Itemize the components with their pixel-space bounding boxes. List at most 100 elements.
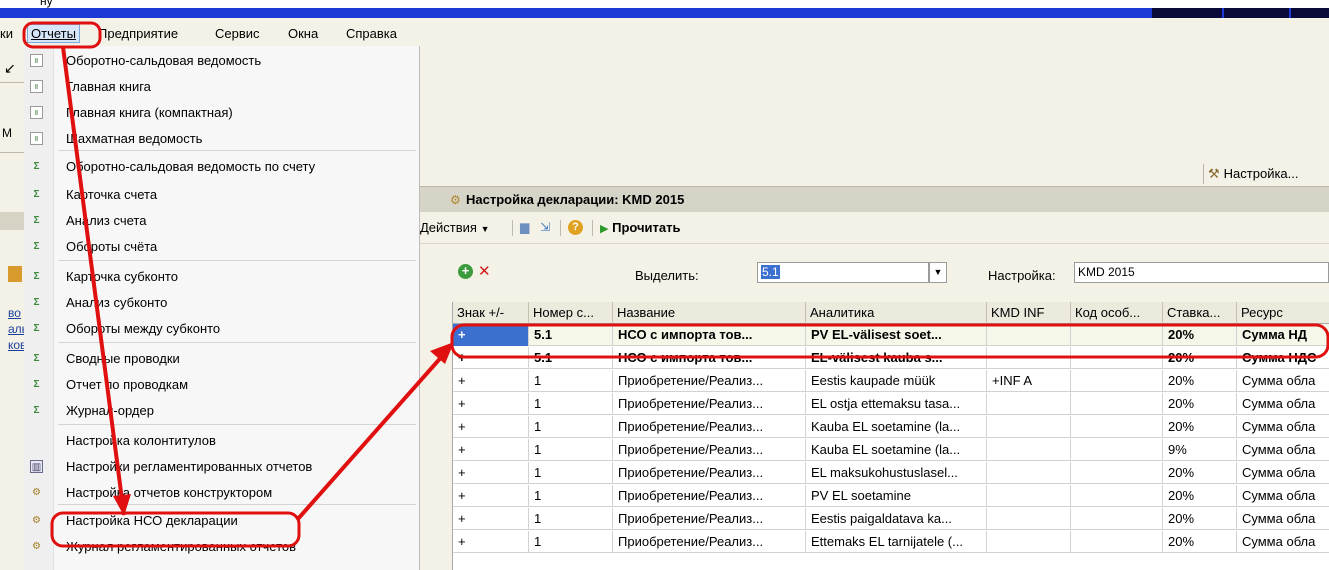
table-row[interactable]: +1 Приобретение/Реализ... Ettemaks EL tarn…	[453, 531, 1329, 553]
table-cell[interactable]: 1	[529, 485, 613, 507]
table-row[interactable]: +1 Приобретение/Реализ... EL maksukohustus…	[453, 462, 1329, 484]
table-cell[interactable]	[1071, 485, 1163, 507]
table-cell[interactable]: Сумма обла	[1237, 370, 1329, 392]
column-header-rate[interactable]: Ставка...	[1163, 302, 1237, 324]
table-cell[interactable]: 20%	[1163, 393, 1237, 415]
table-cell[interactable]: 20%	[1163, 347, 1237, 369]
table-cell[interactable]	[987, 347, 1071, 369]
table-cell[interactable]	[987, 439, 1071, 461]
table-cell[interactable]: 1	[529, 370, 613, 392]
help-icon[interactable]: ?	[568, 220, 583, 235]
table-cell[interactable]	[1071, 508, 1163, 530]
table-cell[interactable]: Приобретение/Реализ...	[613, 393, 806, 415]
menu-item-9[interactable]: Ʃ Карточка субконто	[24, 264, 419, 290]
table-cell[interactable]: +	[453, 508, 529, 530]
menu-item-3[interactable]: Ⅱ Главная книга (компактная)	[24, 100, 419, 126]
declaration-settings-table[interactable]: Знак +/- Номер с... Название Аналитика K…	[452, 302, 1329, 570]
menu-help[interactable]: Справка	[346, 26, 397, 41]
table-cell[interactable]: EL-välisest kauba s...	[806, 347, 987, 369]
table-cell[interactable]: 20%	[1163, 531, 1237, 553]
table-cell[interactable]	[1071, 393, 1163, 415]
table-cell[interactable]: Сумма обла	[1237, 439, 1329, 461]
table-cell[interactable]: НСО с импорта тов...	[613, 347, 806, 369]
table-cell[interactable]: +	[453, 416, 529, 438]
table-cell[interactable]: Kauba EL soetamine (la...	[806, 416, 987, 438]
table-cell[interactable]	[987, 462, 1071, 484]
table-cell[interactable]: 20%	[1163, 508, 1237, 530]
menu-item-7[interactable]: Ʃ Анализ счета	[24, 208, 419, 234]
column-header-sign[interactable]: Знак +/-	[453, 302, 529, 324]
table-cell[interactable]	[1071, 531, 1163, 553]
table-cell[interactable]: 20%	[1163, 462, 1237, 484]
menu-reports[interactable]: Отчеты	[27, 24, 80, 43]
table-cell[interactable]	[987, 531, 1071, 553]
table-cell[interactable]	[987, 324, 1071, 346]
table-cell[interactable]: Приобретение/Реализ...	[613, 416, 806, 438]
column-header-number[interactable]: Номер с...	[529, 302, 613, 324]
table-cell[interactable]	[1071, 324, 1163, 346]
table-cell[interactable]: PV EL soetamine	[806, 485, 987, 507]
table-cell[interactable]: Eestis kaupade müük	[806, 370, 987, 392]
setting-input[interactable]: KMD 2015	[1074, 262, 1329, 283]
add-row-icon[interactable]: +	[458, 264, 473, 279]
table-cell[interactable]: +	[453, 393, 529, 415]
table-cell[interactable]	[987, 416, 1071, 438]
table-cell[interactable]: Приобретение/Реализ...	[613, 370, 806, 392]
column-header-analytics[interactable]: Аналитика	[806, 302, 987, 324]
menu-item-fragment[interactable]: ки	[0, 26, 13, 41]
menu-item-2[interactable]: Ⅱ Главная книга	[24, 74, 419, 100]
table-cell[interactable]: 1	[529, 393, 613, 415]
table-row[interactable]: +1 Приобретение/Реализ... Kauba EL soetami…	[453, 416, 1329, 438]
table-cell[interactable]: Приобретение/Реализ...	[613, 462, 806, 484]
table-cell[interactable]: +	[453, 462, 529, 484]
menu-item-11[interactable]: Ʃ Обороты между субконто	[24, 316, 419, 342]
select-dropdown-icon[interactable]: ▼	[929, 262, 947, 283]
menu-item-6[interactable]: Ʃ Карточка счета	[24, 182, 419, 208]
menu-item-12[interactable]: Ʃ Сводные проводки	[24, 346, 419, 372]
table-cell[interactable]: +	[453, 439, 529, 461]
table-cell[interactable]: Сумма НД	[1237, 324, 1329, 346]
table-row[interactable]: +5.1 НСО с импорта тов... EL-välisest kaub…	[453, 347, 1329, 369]
menu-item-19[interactable]: ⚙ Журнал регламентированных отчетов	[24, 534, 419, 560]
menu-item-10[interactable]: Ʃ Анализ субконто	[24, 290, 419, 316]
table-cell[interactable]: 5.1	[529, 324, 613, 346]
menu-item-4[interactable]: Ⅱ Шахматная ведомость	[24, 126, 419, 152]
table-cell[interactable]: Сумма обла	[1237, 485, 1329, 507]
table-row[interactable]: +1 Приобретение/Реализ... Eestis kaupade m…	[453, 370, 1329, 392]
table-cell[interactable]: 1	[529, 531, 613, 553]
table-cell[interactable]: +	[453, 485, 529, 507]
table-cell[interactable]: PV EL-välisest soet...	[806, 324, 987, 346]
table-cell[interactable]: Сумма обла	[1237, 462, 1329, 484]
table-cell[interactable]: 9%	[1163, 439, 1237, 461]
menu-item-1[interactable]: Ⅱ Оборотно-сальдовая ведомость	[24, 48, 419, 74]
table-cell[interactable]	[1071, 347, 1163, 369]
read-button[interactable]: ▶ Прочитать	[600, 220, 681, 235]
menu-item-13[interactable]: Ʃ Отчет по проводкам	[24, 372, 419, 398]
table-row[interactable]: +1 Приобретение/Реализ... EL ostja ettemak…	[453, 393, 1329, 415]
table-cell[interactable]: 20%	[1163, 370, 1237, 392]
column-header-resource[interactable]: Ресурс	[1237, 302, 1329, 324]
table-cell[interactable]: +	[453, 370, 529, 392]
table-row[interactable]: +1 Приобретение/Реализ... PV EL soetamine 2…	[453, 485, 1329, 507]
table-cell[interactable]: Сумма обла	[1237, 416, 1329, 438]
menu-item-17[interactable]: ⚙ Настройка отчетов конструктором	[24, 480, 419, 506]
table-cell[interactable]: 5.1	[529, 347, 613, 369]
table-cell[interactable]: Ettemaks EL tarnijatele (...	[806, 531, 987, 553]
menu-item-18[interactable]: ⚙ Настройка НСО декларации	[24, 508, 419, 534]
table-cell[interactable]: Сумма обла	[1237, 508, 1329, 530]
table-cell[interactable]: Приобретение/Реализ...	[613, 508, 806, 530]
table-cell[interactable]: Приобретение/Реализ...	[613, 439, 806, 461]
table-cell[interactable]	[1071, 439, 1163, 461]
table-cell[interactable]	[987, 485, 1071, 507]
table-cell[interactable]: EL maksukohustuslasel...	[806, 462, 987, 484]
menu-item-8[interactable]: Ʃ Обороты счёта	[24, 234, 419, 260]
menu-item-16[interactable]: ▥ Настройки регламентированных отчетов	[24, 454, 419, 480]
left-link-fragment[interactable]: во	[8, 306, 21, 320]
select-input[interactable]: 5.1	[757, 262, 929, 283]
table-cell[interactable]: 1	[529, 439, 613, 461]
table-cell[interactable]: Kauba EL soetamine (la...	[806, 439, 987, 461]
table-cell[interactable]: 20%	[1163, 485, 1237, 507]
actions-menu-button[interactable]: Действия ▼	[420, 220, 490, 235]
column-header-kmd-inf[interactable]: KMD INF	[987, 302, 1071, 324]
table-cell[interactable]: +	[453, 531, 529, 553]
